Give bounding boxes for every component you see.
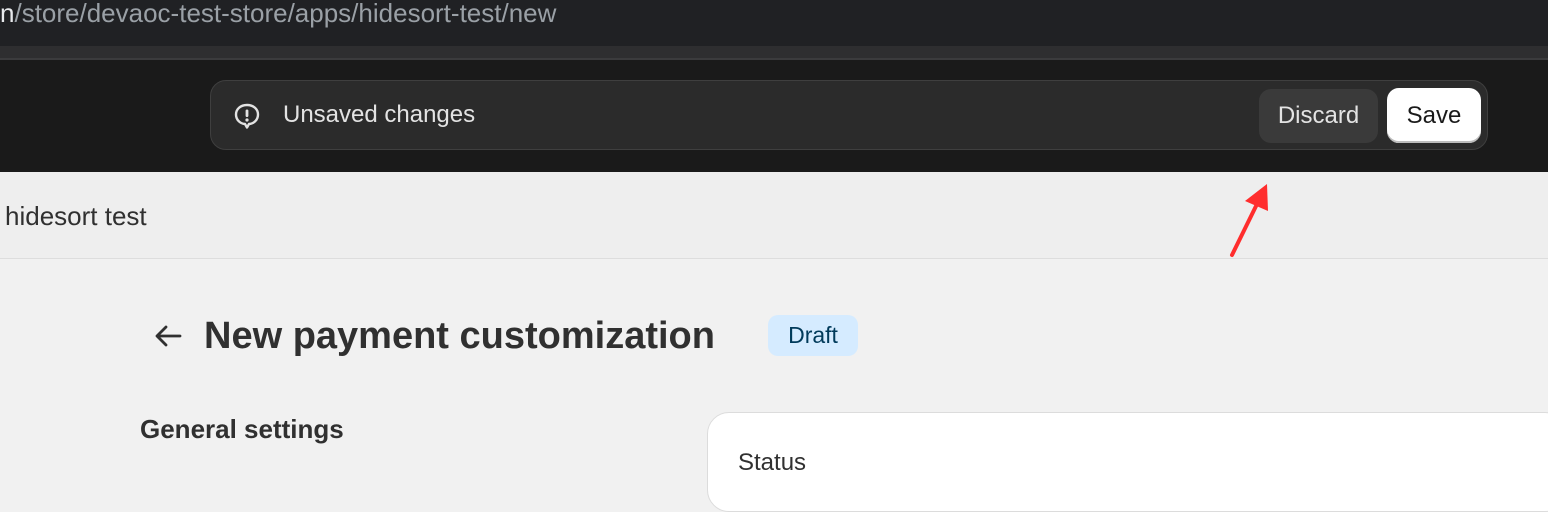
status-badge: Draft xyxy=(768,315,858,356)
page-title: New payment customization xyxy=(204,315,715,357)
unsaved-changes-message: Unsaved changes xyxy=(283,101,476,128)
annotation-arrow-icon xyxy=(1230,184,1268,257)
general-settings-heading: General settings xyxy=(140,414,344,444)
url-path: /store/devaoc-test-store/apps/hidesort-t… xyxy=(14,0,557,28)
app-name: hidesort test xyxy=(5,201,147,231)
discard-button[interactable]: Discard xyxy=(1259,89,1378,143)
save-button[interactable]: Save xyxy=(1387,88,1481,143)
app-header: hidesort test xyxy=(0,172,1548,259)
contextual-save-bar: Unsaved changes Discard Save xyxy=(210,80,1488,150)
alert-bubble-icon xyxy=(234,103,260,129)
url-prefix: n xyxy=(0,0,15,28)
arrow-left-icon xyxy=(155,325,182,347)
browser-address-bar[interactable]: n/store/devaoc-test-store/apps/hidesort-… xyxy=(0,0,1548,58)
status-label: Status xyxy=(738,449,807,476)
url-text[interactable]: n/store/devaoc-test-store/apps/hidesort-… xyxy=(0,0,556,28)
back-button[interactable] xyxy=(148,316,188,356)
admin-top-bar: Unsaved changes Discard Save xyxy=(0,60,1548,172)
status-card: Status xyxy=(707,412,1548,512)
